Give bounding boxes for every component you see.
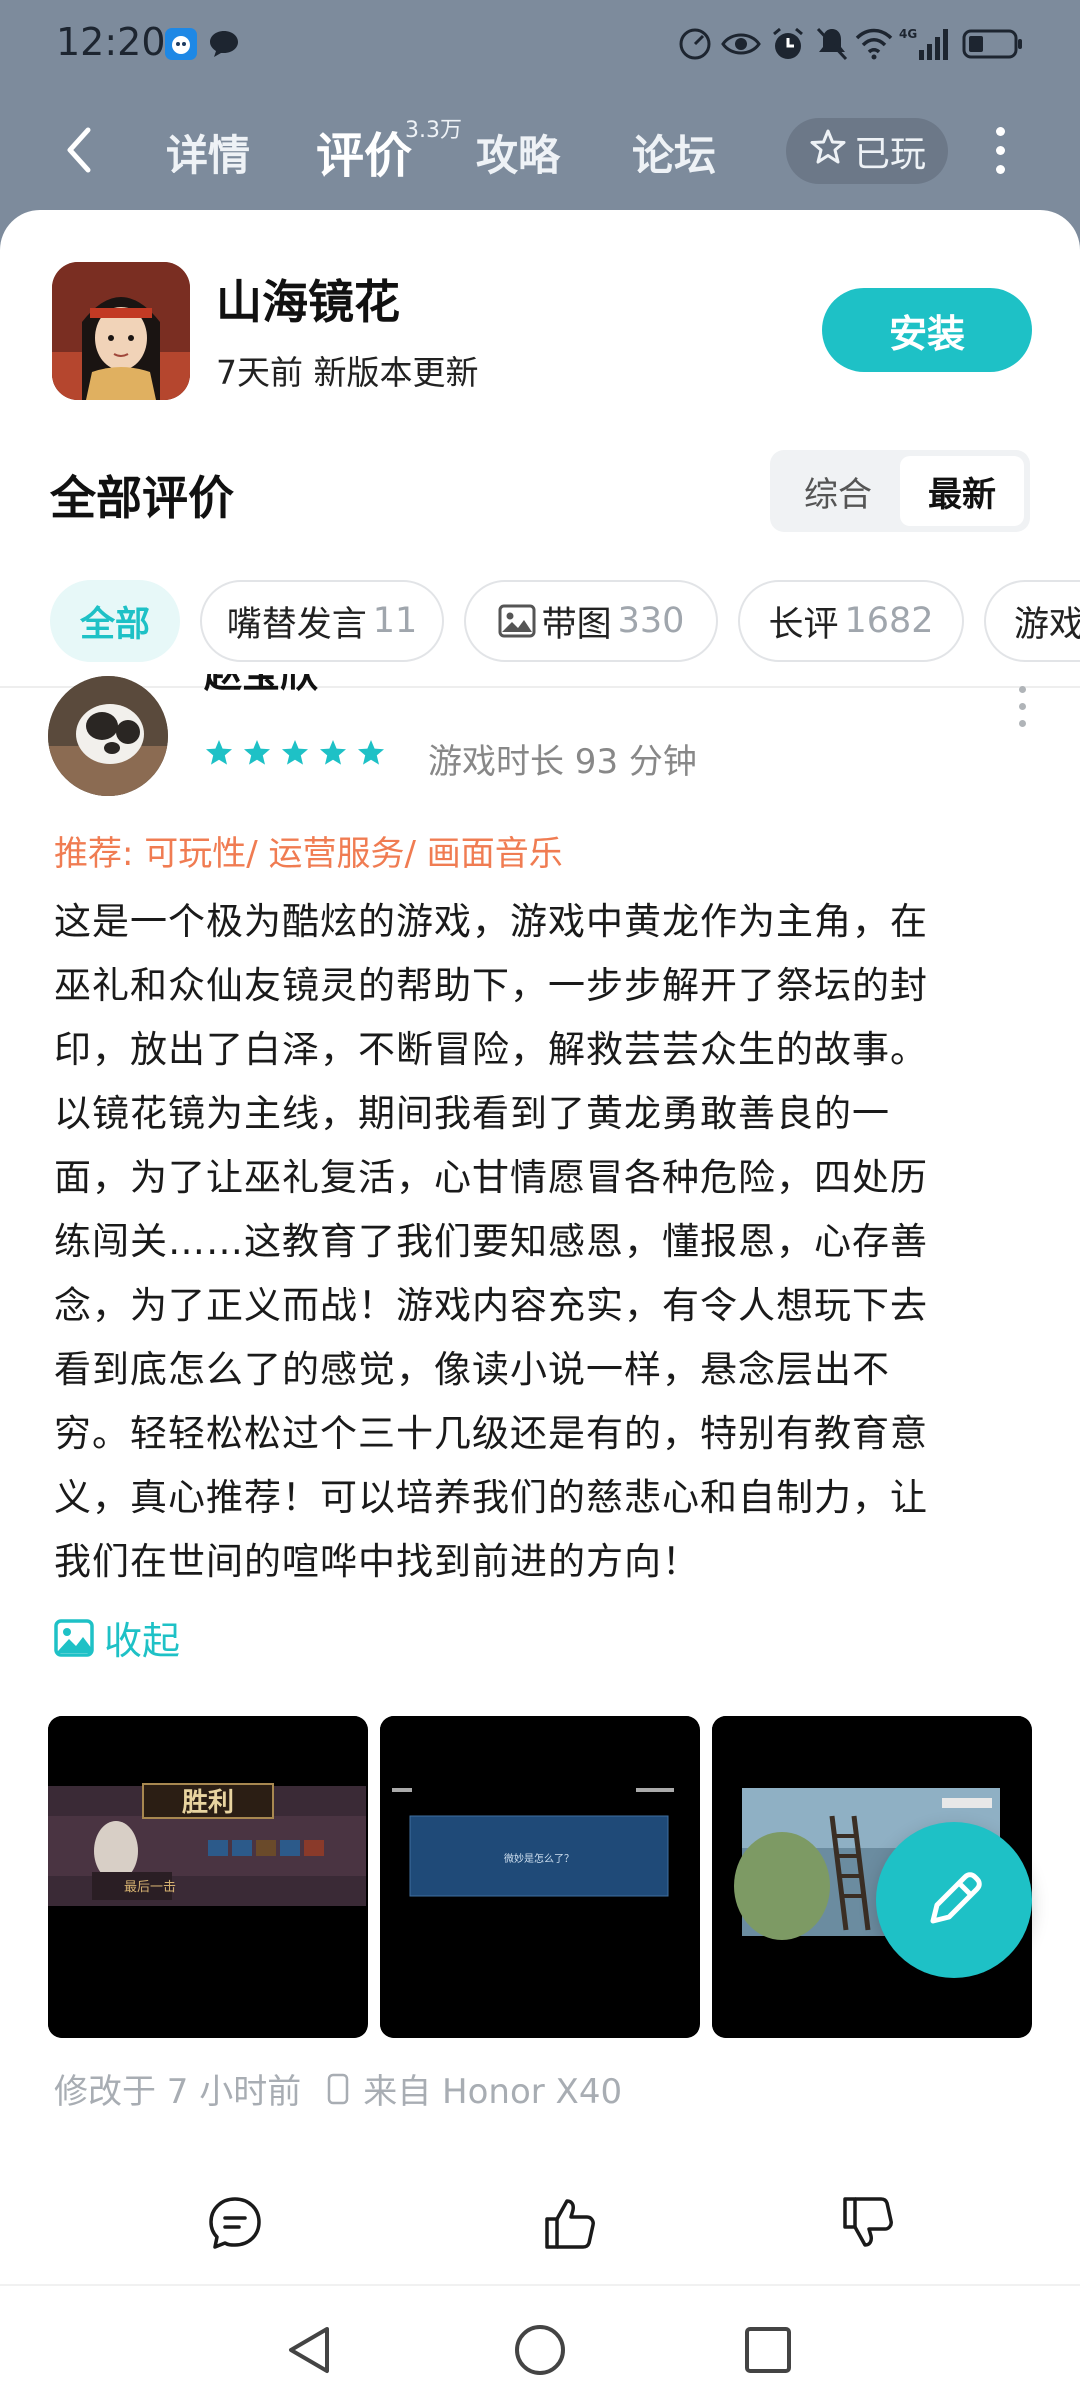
review-filters: 全部 嘴替发言 11 带图 330 长评 1682 游戏 <box>50 580 1080 664</box>
back-icon[interactable] <box>52 120 112 180</box>
pencil-icon <box>919 1865 989 1935</box>
gallery-icon <box>54 1618 94 1657</box>
filters-divider <box>0 686 1080 688</box>
filter-long-reviews-count: 1682 <box>844 601 934 641</box>
nav-recents-icon[interactable] <box>738 2320 798 2380</box>
filter-long-reviews-label: 长评 <box>768 604 839 645</box>
recommend-tags: 推荐: 可玩性/ 运营服务/ 画面音乐 <box>54 834 563 874</box>
nav-back-icon[interactable] <box>280 2320 340 2380</box>
filter-all-label: 全部 <box>79 604 150 645</box>
more-options-icon[interactable] <box>980 120 1020 180</box>
modified-time: 修改于 7 小时前 <box>54 2072 302 2112</box>
battery-icon <box>960 24 1026 64</box>
filter-long-reviews[interactable]: 长评 1682 <box>738 580 964 662</box>
filter-with-images-label: 带图 <box>541 604 612 645</box>
filter-with-images-count: 330 <box>617 601 685 641</box>
review-text-line: 看到底怎么了的感觉，像读小说一样，悬念层出不 <box>54 1348 890 1391</box>
status-time: 12:20 <box>56 20 166 64</box>
collapse-label: 收起 <box>104 1619 181 1663</box>
star-outline-icon <box>808 127 848 176</box>
screenshot-2[interactable]: 微妙是怎么了？ <box>380 1716 700 2038</box>
filter-game-label: 游戏 <box>1014 604 1080 645</box>
eye-icon <box>720 24 762 64</box>
played-button[interactable]: 已玩 <box>786 118 948 184</box>
filter-with-images[interactable]: 带图 330 <box>464 580 718 662</box>
filter-quotes[interactable]: 嘴替发言 11 <box>200 580 444 662</box>
playtime: 游戏时长 93 分钟 <box>428 742 697 782</box>
device-source: 来自 Honor X40 <box>363 2072 623 2112</box>
review-text-line: 以镜花镜为主线，期间我看到了黄龙勇敢善良的一 <box>54 1092 890 1135</box>
star-icon <box>282 740 308 765</box>
top-nav: 详情 评价 3.3万 攻略 论坛 已玩 <box>0 100 1080 200</box>
reviewer-avatar[interactable] <box>48 676 168 796</box>
app-icon[interactable] <box>52 262 190 400</box>
reviews-count-badge: 3.3万 <box>405 118 462 143</box>
message-icon <box>206 24 242 64</box>
review-text-line: 面，为了让巫礼复活，心甘情愿冒各种危险，四处历 <box>54 1156 928 1199</box>
filter-game[interactable]: 游戏 <box>984 580 1080 662</box>
alarm-icon <box>768 24 808 64</box>
sort-toggle: 综合 最新 <box>770 450 1030 532</box>
review-more-icon[interactable] <box>1012 686 1032 736</box>
review-text-line: 练闯关……这教育了我们要知感恩，懂报恩，心存善 <box>54 1220 928 1263</box>
sort-option-latest[interactable]: 最新 <box>900 456 1024 526</box>
screenshot-1-subtitle: 最后一击 <box>124 1880 176 1895</box>
star-icon <box>358 740 384 765</box>
review-meta: 修改于 7 小时前 来自 Honor X40 <box>54 2064 622 2113</box>
review-actions <box>0 2170 1080 2280</box>
screenshot-2-caption: 微妙是怎么了？ <box>504 1852 574 1865</box>
screenshot-1[interactable]: 胜利 最后一击 <box>48 1716 368 2038</box>
review-text-line: 我们在世间的喧哗中找到前进的方向！ <box>54 1540 700 1583</box>
played-label: 已玩 <box>853 134 926 175</box>
mute-icon <box>812 24 852 64</box>
write-review-button[interactable] <box>876 1822 1032 1978</box>
data-saver-icon <box>676 24 714 64</box>
image-icon <box>498 604 536 638</box>
signal-icon: 4G <box>898 24 952 64</box>
review-text-line: 巫礼和众仙友镜灵的帮助下，一步步解开了祭坛的封 <box>54 964 928 1007</box>
review-text-line: 穷。轻轻松松过个三十几级还是有的，特别有教育意 <box>54 1412 928 1455</box>
filter-all[interactable]: 全部 <box>50 580 180 662</box>
star-icon <box>320 740 346 765</box>
nav-home-icon[interactable] <box>510 2320 570 2380</box>
rating-stars <box>204 738 386 768</box>
review-text-line: 印，放出了白泽，不断冒险，解救芸芸众生的故事。 <box>54 1028 928 1071</box>
review-text: 这是一个极为酷炫的游戏，游戏中黄龙作为主角，在 巫礼和众仙友镜灵的帮助下，一步步解… <box>54 890 1034 1594</box>
reviewer-name[interactable]: 赵宝欣 <box>204 674 318 696</box>
sort-option-overall[interactable]: 综合 <box>776 456 900 526</box>
tab-guides[interactable]: 攻略 <box>476 122 560 183</box>
install-button[interactable]: 安装 <box>822 288 1032 372</box>
screenshot-1-caption: 胜利 <box>182 1788 234 1818</box>
app-notification-icon <box>162 24 200 64</box>
review-text-line: 这是一个极为酷炫的游戏，游戏中黄龙作为主角，在 <box>54 900 928 943</box>
svg-text:4G: 4G <box>899 27 917 41</box>
wifi-icon <box>854 24 894 64</box>
phone-icon <box>327 2073 349 2105</box>
tab-reviews[interactable]: 评价 <box>316 116 412 186</box>
reviews-section-title: 全部评价 <box>50 471 234 525</box>
star-icon <box>206 740 232 765</box>
review-text-line: 念，为了正义而战！游戏内容充实，有令人想玩下去 <box>54 1284 928 1327</box>
content-sheet: 山海镜花 7天前 新版本更新 安装 全部评价 综合 最新 全部 嘴替发言 11 … <box>0 210 1080 2400</box>
app-update-info: 7天前 新版本更新 <box>216 353 479 392</box>
app-name: 山海镜花 <box>216 275 400 329</box>
like-icon[interactable] <box>534 2188 604 2258</box>
dislike-icon[interactable] <box>832 2188 902 2258</box>
system-nav-bar <box>0 2284 1080 2400</box>
comment-icon[interactable] <box>200 2188 270 2258</box>
star-icon <box>244 740 270 765</box>
review-text-line: 义，真心推荐！可以培养我们的慈悲心和自制力，让 <box>54 1476 928 1519</box>
filter-quotes-count: 11 <box>372 601 418 641</box>
status-bar: 12:20 4G <box>0 0 1080 86</box>
filter-quotes-label: 嘴替发言 <box>226 604 367 645</box>
collapse-button[interactable]: 收起 <box>54 1610 180 1665</box>
tab-forum[interactable]: 论坛 <box>632 122 716 183</box>
tab-details[interactable]: 详情 <box>166 122 250 183</box>
